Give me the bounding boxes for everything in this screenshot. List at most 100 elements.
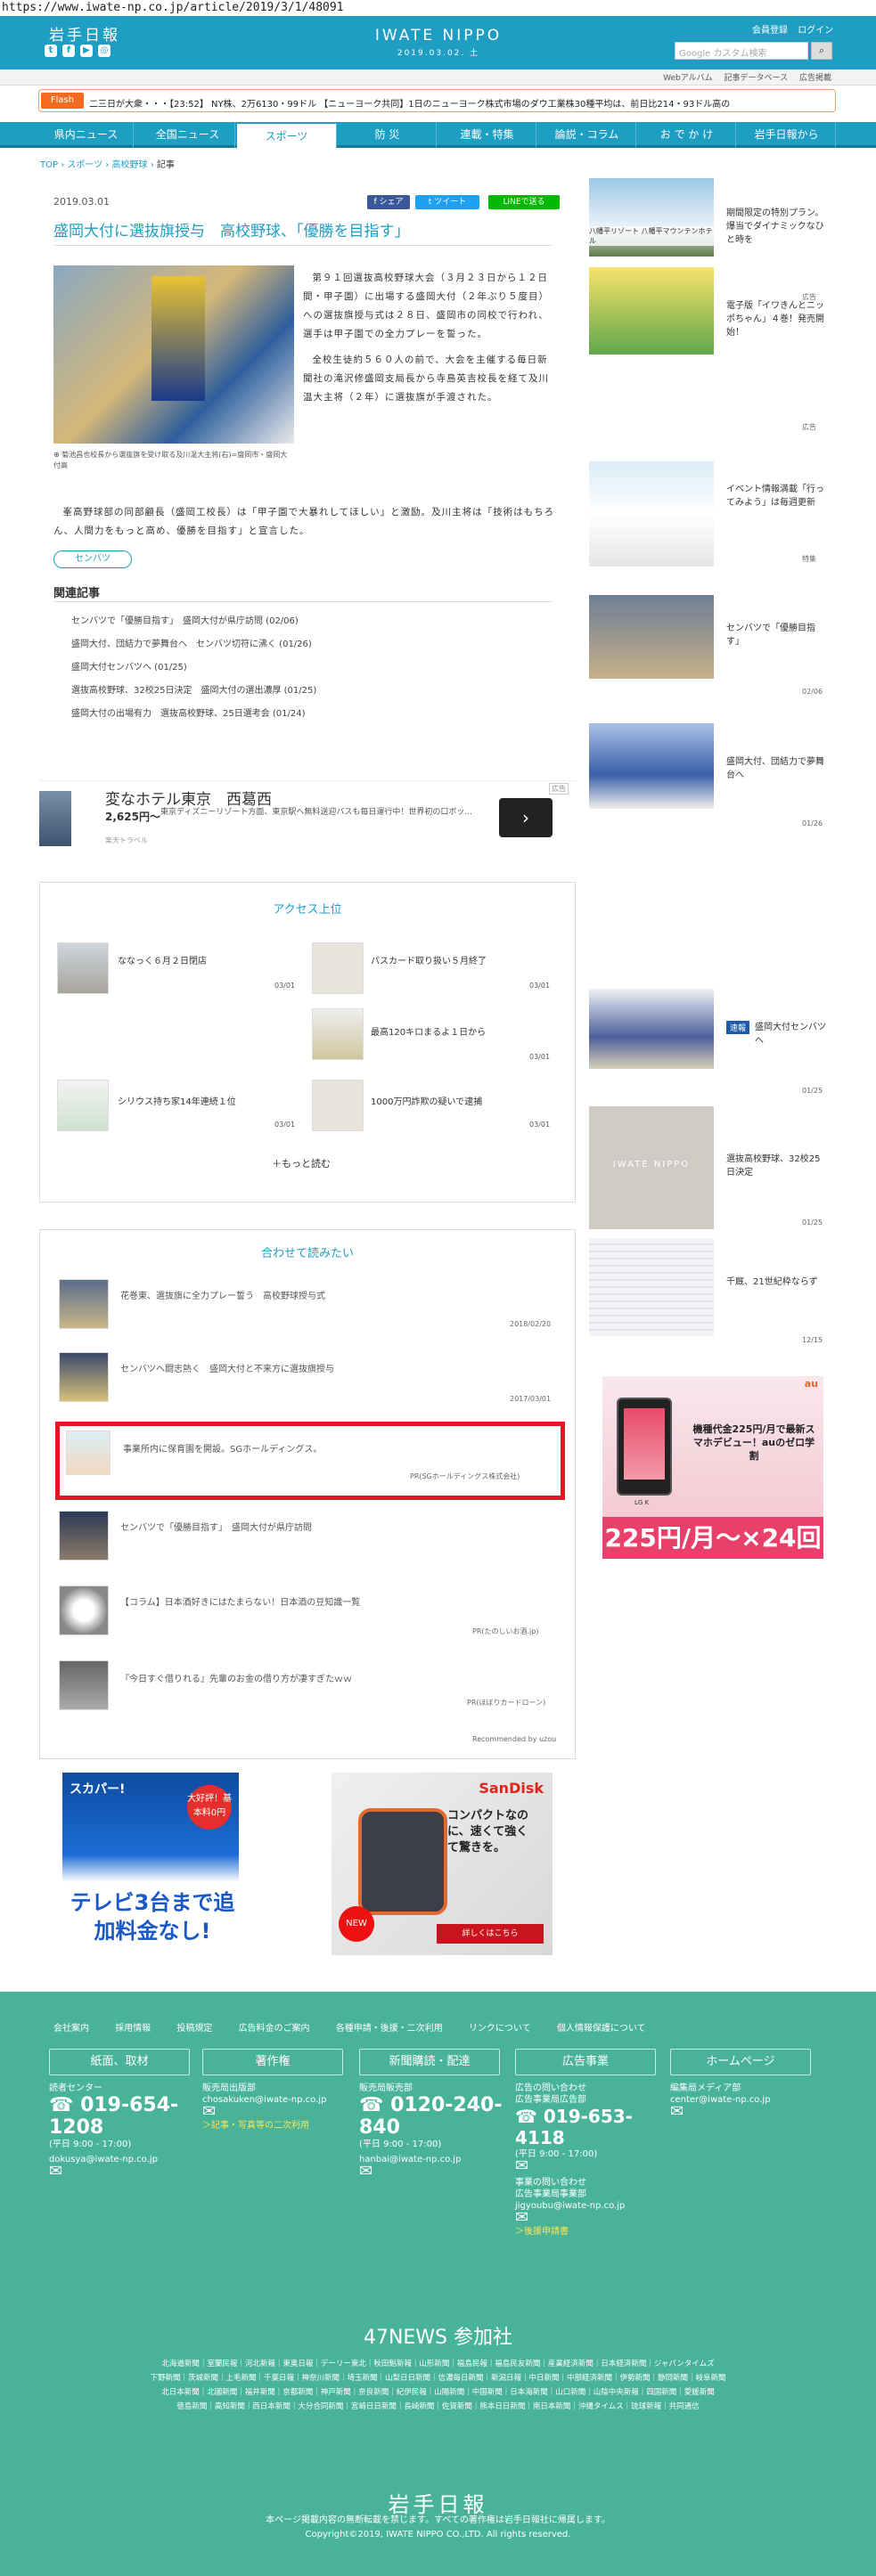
nav-item-sports[interactable]: スポーツ	[237, 122, 337, 148]
related-link[interactable]: 盛岡大付センバツへ (01/25)	[71, 659, 187, 673]
footer-link[interactable]: 個人情報保護について	[557, 2024, 646, 2034]
sandisk-more-button[interactable]: 詳しくはこちら	[437, 1924, 544, 1944]
nav-item-local[interactable]: 県内ニュース	[39, 122, 134, 148]
47news-row[interactable]: 北日本新聞｜北國新聞｜福井新聞｜京都新聞｜神戸新聞｜奈良新聞｜紀伊民報｜山陽新聞…	[62, 2385, 814, 2400]
au-ad-banner[interactable]: au LG K 機種代金225円/月で最新スマホデビュー！auのゼロ学割 225…	[602, 1376, 823, 1559]
footer-col-head[interactable]: 新聞購読・配達	[359, 2049, 500, 2075]
mail-icon[interactable]: ✉	[359, 2164, 511, 2180]
footer-link[interactable]: 広告料金のご案内	[239, 2024, 310, 2034]
facebook-share-button[interactable]: f シェア	[367, 195, 410, 209]
sidebar-thumb[interactable]	[589, 723, 714, 809]
flash-ticker[interactable]: 二三日が大衆・・・【23:52】 NY株、2万6130・99ドル 【ニューヨーク…	[89, 96, 829, 110]
footer-link[interactable]: 採用情報	[115, 2024, 151, 2034]
sidebar-thumb[interactable]	[589, 989, 714, 1069]
mail-icon[interactable]: ✉	[670, 2104, 822, 2120]
ranking-title[interactable]: ななっく６月２日閉店	[118, 953, 207, 966]
search-icon[interactable]: ⌕	[811, 42, 832, 60]
nav-item-editorial[interactable]: 論説・コラム	[538, 122, 636, 148]
recommend-title[interactable]: 【コラム】日本酒好きにはたまらない！日本酒の豆知識一覧	[120, 1594, 360, 1608]
read-more-button[interactable]: ＋もっと読む	[272, 1156, 331, 1170]
breadcrumb-top[interactable]: TOP	[40, 160, 58, 170]
recommend-title[interactable]: センバツで「優勝目指す」 盛岡大付が県庁訪問	[120, 1520, 312, 1533]
sub-link-album[interactable]: Webアルバム	[663, 74, 713, 83]
mail-icon[interactable]: ✉	[515, 2210, 667, 2226]
47news-row[interactable]: 徳島新聞｜高知新聞｜西日本新聞｜大分合同新聞｜宮崎日日新聞｜長崎新聞｜佐賀新聞｜…	[62, 2400, 814, 2414]
sub-link-ad[interactable]: 広告掲載	[799, 74, 831, 83]
ranking-thumb[interactable]	[312, 1080, 364, 1131]
sidebar-title[interactable]: 盛岡大付、団結力で夢舞台へ	[726, 755, 826, 782]
recommend-thumb[interactable]	[59, 1660, 109, 1710]
ranking-thumb[interactable]	[312, 1008, 364, 1060]
sidebar-title[interactable]: 盛岡大付センバツへ	[755, 1021, 826, 1048]
breadcrumb-baseball[interactable]: 高校野球	[112, 160, 148, 170]
footer-col-head[interactable]: 紙面、取材	[49, 2049, 190, 2075]
sidebar-thumb[interactable]	[589, 1238, 714, 1336]
skyperfect-banner[interactable]: スカパー! 大好評！基本料0円 テレビ3台まで追加料金なし!	[62, 1773, 239, 1955]
subscription-mail[interactable]: hanbai@iwate-np.co.jp	[359, 2154, 511, 2165]
nav-item-disaster[interactable]: 防 災	[339, 122, 437, 148]
logo-center[interactable]: IWATE NIPPO 2019.03.02. 土	[349, 27, 528, 58]
sidebar-title[interactable]: 期間限定の特別プラン。爆当でダイナミックなひと時を	[726, 207, 826, 247]
ranking-thumb[interactable]	[57, 1080, 109, 1131]
search-input[interactable]: Google カスタム検索	[675, 42, 808, 60]
line-share-button[interactable]: LINEで送る	[488, 195, 560, 209]
instagram-icon[interactable]: ◎	[98, 45, 111, 57]
facebook-icon[interactable]: f	[62, 45, 75, 57]
nav-item-from-nippo[interactable]: 岩手日報から	[738, 122, 836, 148]
ranking-title[interactable]: 1000万円詐欺の疑いで逮捕	[371, 1094, 482, 1107]
member-register-link[interactable]: 会員登録	[752, 26, 788, 36]
ranking-title[interactable]: シリウス持ち家14年連続１位	[118, 1094, 236, 1107]
footer-col-head[interactable]: ホームページ	[670, 2049, 811, 2075]
sidebar-thumb[interactable]	[589, 461, 714, 567]
sidebar-title[interactable]: イベント情報満載「行ってみよう」は毎週更新	[726, 483, 826, 509]
nippo-placeholder-thumb[interactable]: IWATE NIPPO	[589, 1106, 714, 1229]
events-mail[interactable]: jigyoubu@iwate-np.co.jp	[515, 2200, 667, 2212]
nav-item-series[interactable]: 連載・特集	[438, 122, 536, 148]
recommend-thumb[interactable]	[59, 1352, 109, 1402]
copyright-mail[interactable]: chosakuken@iwate-np.co.jp	[202, 2094, 354, 2106]
twitter-icon[interactable]: t	[45, 45, 57, 57]
footer-link[interactable]: 投稿規定	[176, 2024, 212, 2034]
recommend-title[interactable]: 花巻東、選抜旗に全力プレー誓う 高校野球授与式	[120, 1288, 325, 1301]
mail-icon[interactable]: ✉	[202, 2104, 354, 2120]
nav-item-outing[interactable]: お で か け	[638, 122, 736, 148]
47news-row[interactable]: 下野新聞｜茨城新聞｜上毛新聞｜千葉日報｜神奈川新聞｜埼玉新聞｜山梨日日新聞｜信濃…	[62, 2371, 814, 2385]
ranking-title[interactable]: 最高120キロまるよ１日から	[371, 1024, 486, 1038]
recommend-title[interactable]: 『今日すぐ借りれる』先輩のお金の借り方が凄すぎたｗｗ	[120, 1671, 352, 1684]
homepage-mail[interactable]: center@iwate-np.co.jp	[670, 2094, 822, 2106]
related-link[interactable]: 選抜高校野球、32校25日決定 盛岡大付の選出濃厚 (01/25)	[71, 682, 316, 696]
readers-mail[interactable]: dokusya@iwate-np.co.jp	[49, 2154, 192, 2165]
hotel-ad-title[interactable]: 変なホテル東京 西葛西	[105, 787, 272, 809]
mail-icon[interactable]: ✉	[49, 2164, 192, 2180]
sandisk-banner[interactable]: SanDisk コンパクトなのに、速くて強くて驚きを。 NEW 詳しくはこちら	[332, 1773, 553, 1955]
recommend-thumb[interactable]	[59, 1279, 109, 1329]
footer-link[interactable]: 各種申請・後援・二次利用	[336, 2024, 443, 2034]
sub-link-database[interactable]: 記事データベース	[725, 74, 789, 83]
logo-iwate-nippo[interactable]: 岩手日報	[49, 22, 120, 45]
ranking-thumb[interactable]	[57, 942, 109, 994]
sidebar-title[interactable]: 電子版「イワきんとニッポちゃん」４巻！発売開始！	[726, 299, 826, 339]
sidebar-thumb[interactable]	[589, 595, 714, 679]
related-link[interactable]: センバツで「優勝目指す」 盛岡大付が県庁訪問 (02/06)	[71, 613, 299, 626]
nav-item-national[interactable]: 全国ニュース	[141, 122, 235, 148]
recommend-thumb[interactable]	[59, 1586, 109, 1635]
sidebar-thumb[interactable]	[589, 267, 714, 355]
sidebar-title[interactable]: 千厩、21世紀枠ならず	[726, 1276, 826, 1289]
recommend-thumb[interactable]	[59, 1511, 109, 1561]
zoom-icon[interactable]: ⊕	[53, 451, 60, 459]
login-link[interactable]: ログイン	[798, 26, 833, 36]
tweet-button[interactable]: t ツイート	[415, 195, 479, 209]
hotel-ad-arrow-button[interactable]: ›	[499, 798, 553, 837]
footer-link[interactable]: リンクについて	[469, 2024, 531, 2034]
breadcrumb-sports[interactable]: スポーツ	[67, 160, 102, 170]
ranking-thumb[interactable]	[312, 942, 364, 994]
47news-row[interactable]: 北海道新聞｜室蘭民報｜河北新報｜東奥日報｜デーリー東北｜秋田魁新報｜山形新聞｜福…	[62, 2357, 814, 2371]
subscription-phone[interactable]: ☎ 0120-240-840	[359, 2094, 511, 2139]
readers-phone[interactable]: ☎ 019-654-1208	[49, 2094, 192, 2139]
sidebar-title[interactable]: 選抜高校野球、32校25日決定	[726, 1153, 826, 1179]
recommend-title[interactable]: センバツへ闘志熱く 盛岡大付と不来方に選抜旗授与	[120, 1361, 334, 1374]
related-link[interactable]: 盛岡大付の出場有力 選抜高校野球、25日選考会 (01/24)	[71, 705, 306, 719]
youtube-icon[interactable]: ▶	[80, 45, 93, 57]
footer-col-head[interactable]: 著作権	[202, 2049, 343, 2075]
sidebar-title[interactable]: センバツで「優勝目指す」	[726, 622, 826, 648]
